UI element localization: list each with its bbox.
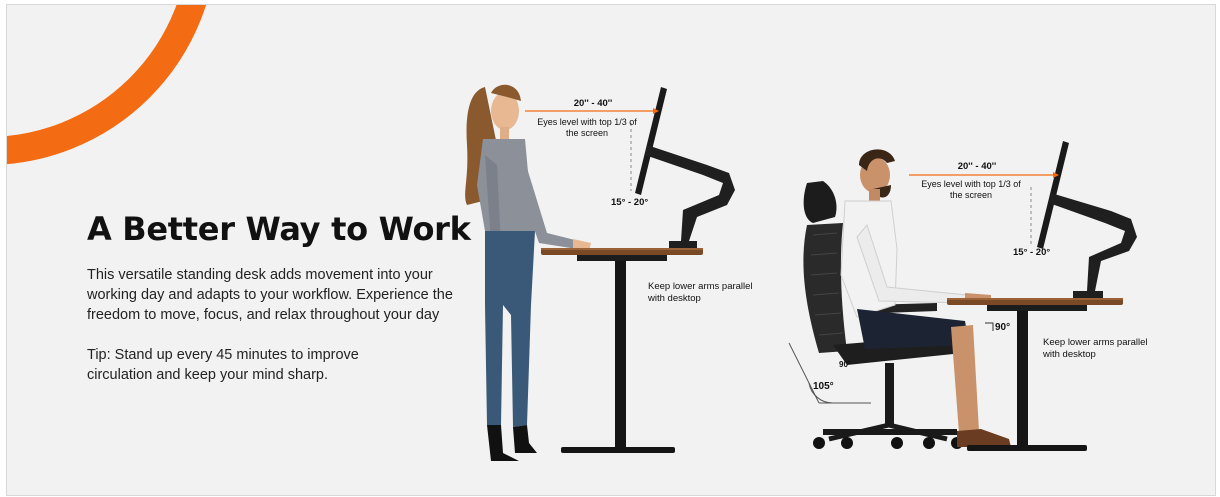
sitting-tilt-label: 15° - 20°	[1013, 247, 1050, 258]
standing-arms-line1: Keep lower arms parallel	[648, 281, 753, 292]
standing-eye-level-line1: Eyes level with top 1/3 of	[537, 117, 637, 127]
sitting-distance-label: 20'' - 40''	[958, 161, 997, 172]
standing-desk	[541, 248, 703, 453]
standing-woman-figure	[465, 84, 591, 461]
recline-angle-label: 105°	[813, 381, 834, 392]
sitting-arms-line2: with desktop	[1042, 349, 1096, 360]
standing-eye-level-line2: the screen	[566, 128, 608, 138]
sitting-monitor-arm	[1037, 141, 1137, 298]
standing-tilt-label: 15° - 20°	[611, 197, 648, 208]
sitting-eye-level-line1: Eyes level with top 1/3 of	[921, 179, 1021, 189]
knee-angle-label: 90°	[995, 322, 1010, 333]
standing-distance-label: 20'' - 40''	[574, 98, 613, 109]
hip-angle-label: 90°	[839, 360, 851, 369]
ergonomics-illustration: 20'' - 40'' Eyes level with top 1/3 of t…	[465, 84, 1148, 461]
sitting-arms-line1: Keep lower arms parallel	[1043, 337, 1148, 348]
sitting-eye-level-line2: the screen	[950, 190, 992, 200]
standing-arms-line2: with desktop	[647, 293, 701, 304]
product-banner: A Better Way to Work This versatile stan…	[6, 4, 1216, 496]
